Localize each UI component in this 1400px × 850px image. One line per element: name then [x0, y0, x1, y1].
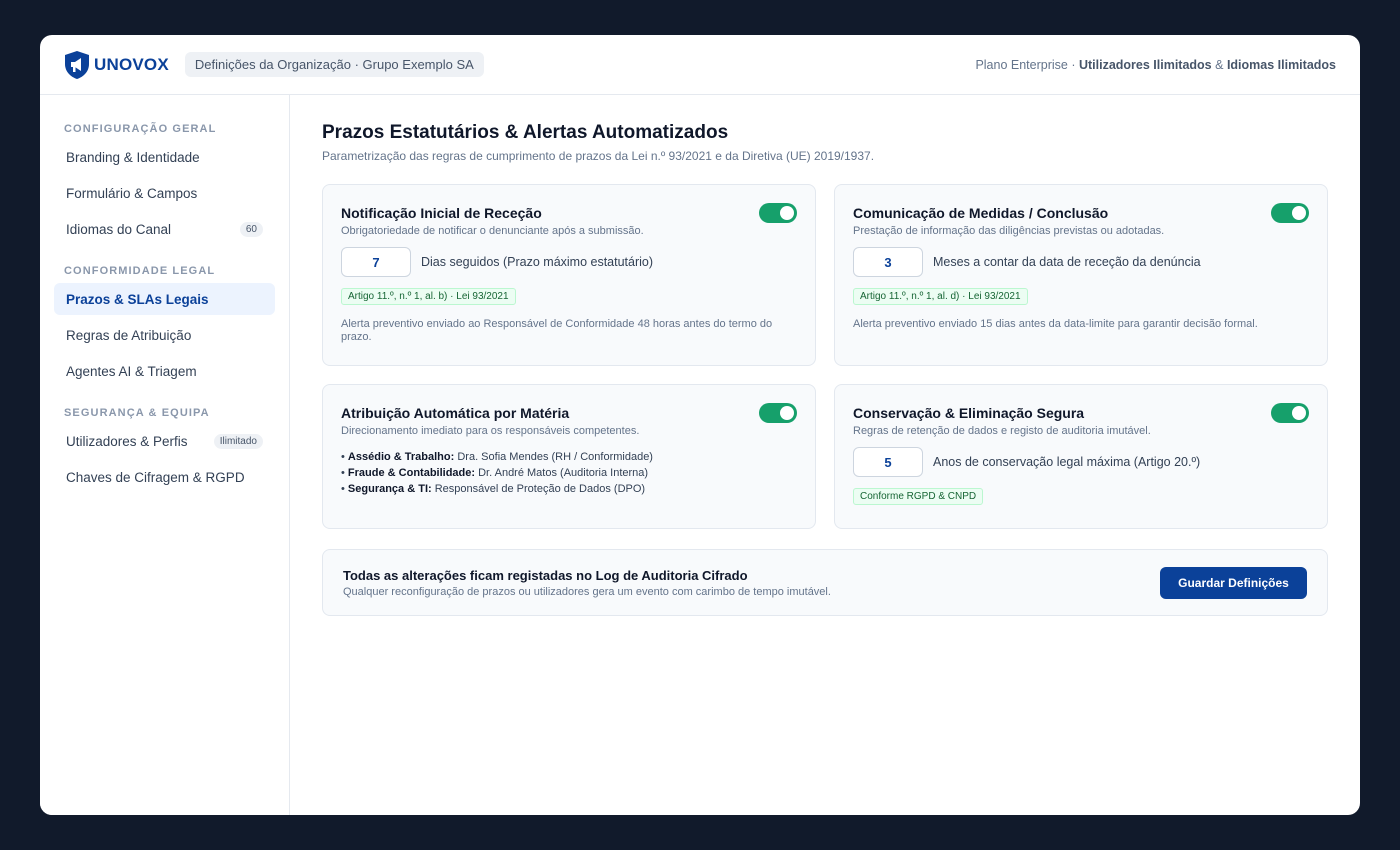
card-description: Direcionamento imediato para os responsá… [341, 425, 640, 437]
deadline-row: 3 Meses a contar da data de receção da d… [853, 247, 1309, 277]
retention-toggle[interactable] [1271, 403, 1309, 423]
reception-toggle[interactable] [759, 203, 797, 223]
languages-count-badge: 60 [239, 221, 263, 237]
card-title: Notificação Inicial de Receção [341, 205, 542, 221]
save-settings-button[interactable]: Guardar Definições [1160, 566, 1307, 599]
card-description: Prestação de informação das diligências … [853, 225, 1165, 237]
sidebar-item-label: Formulário & Campos [66, 185, 198, 201]
app-window: UNOVOX Definições da Organização · Grupo… [40, 35, 1360, 815]
plan-joiner: & [1211, 57, 1227, 72]
card-description: Regras de retenção de dados e registo de… [853, 425, 1151, 437]
sidebar-heading: CONFIGURAÇÃO GERAL [64, 123, 217, 135]
users-plan-badge: Ilimitado [213, 433, 263, 449]
list-item: • Assédio & Trabalho: Dra. Sofia Mendes … [341, 451, 653, 463]
retention-row: 5 Anos de conservação legal máxima (Arti… [853, 447, 1309, 477]
deadline-unit-label: Dias seguidos (Prazo máximo estatutário) [421, 255, 654, 269]
settings-grid: Notificação Inicial de Receção Obrigator… [322, 184, 1328, 529]
card-reception-notice: Notificação Inicial de Receção Obrigator… [322, 184, 816, 366]
plan-languages: Idiomas Ilimitados [1226, 57, 1336, 72]
conclusion-toggle[interactable] [1271, 203, 1309, 223]
list-item: • Fraude & Contabilidade: Dr. André Mato… [341, 467, 649, 479]
assignment-toggle[interactable] [759, 403, 797, 423]
audit-log-subtitle: Qualquer reconfiguração de prazos ou uti… [343, 585, 831, 598]
shield-megaphone-icon [65, 50, 89, 79]
sidebar-item-form-fields[interactable]: Formulário & Campos [54, 177, 275, 209]
settings-sidebar: CONFIGURAÇÃO GERAL Branding & Identidade… [40, 95, 290, 815]
sidebar-section-security: SEGURANÇA & EQUIPA Utilizadores & Perfis… [40, 407, 289, 493]
rule-owner: Dra. Sofia Mendes (RH / Conformidade) [457, 451, 653, 463]
reception-days-input[interactable]: 7 [341, 247, 411, 277]
main-content: Prazos Estatutários & Alertas Automatiza… [322, 95, 1328, 616]
sidebar-item-ai-agents[interactable]: Agentes AI & Triagem [54, 355, 275, 387]
sidebar-item-deadlines[interactable]: Prazos & SLAs Legais [54, 283, 275, 315]
sidebar-item-assignment-rules[interactable]: Regras de Atribuição [54, 319, 275, 351]
page-subtitle: Parametrização das regras de cumprimento… [322, 149, 875, 163]
legal-reference-badge: Artigo 11.º, n.º 1, al. d) · Lei 93/2021 [853, 288, 1028, 305]
plan-prefix: Plano Enterprise · [975, 57, 1079, 72]
list-item: • Segurança & TI: Responsável de Proteçã… [341, 483, 646, 495]
sidebar-item-label: Prazos & SLAs Legais [66, 291, 209, 307]
audit-log-text: Todas as alterações ficam registadas no … [343, 568, 831, 598]
audit-log-title: Todas as alterações ficam registadas no … [343, 567, 748, 583]
card-title: Comunicação de Medidas / Conclusão [853, 205, 1109, 221]
sidebar-heading: CONFORMIDADE LEGAL [64, 265, 216, 277]
sidebar-item-encryption-keys[interactable]: Chaves de Cifragem & RGPD [54, 461, 275, 493]
card-title: Atribuição Automática por Matéria [341, 405, 570, 421]
rule-topic: Segurança & TI: [347, 483, 432, 495]
assignment-rules-list: • Assédio & Trabalho: Dra. Sofia Mendes … [341, 451, 797, 495]
plan-info: Plano Enterprise · Utilizadores Ilimitad… [975, 58, 1336, 72]
audit-log-footer: Todas as alterações ficam registadas no … [322, 549, 1328, 616]
compliance-badge: Conforme RGPD & CNPD [853, 488, 984, 505]
deadline-row: 7 Dias seguidos (Prazo máximo estatutári… [341, 247, 797, 277]
sidebar-item-label: Utilizadores & Perfis [66, 433, 188, 449]
alert-note: Alerta preventivo enviado 15 dias antes … [853, 318, 1258, 330]
sidebar-item-label: Branding & Identidade [66, 149, 200, 165]
sidebar-item-label: Idiomas do Canal [66, 221, 172, 237]
rule-owner: Responsável de Proteção de Dados (DPO) [434, 483, 646, 495]
org-context-pill[interactable]: Definições da Organização · Grupo Exempl… [184, 52, 484, 77]
page-title: Prazos Estatutários & Alertas Automatiza… [322, 122, 729, 143]
rule-topic: Assédio & Trabalho: [347, 451, 455, 463]
sidebar-item-label: Chaves de Cifragem & RGPD [66, 469, 245, 485]
retention-unit-label: Anos de conservação legal máxima (Artigo… [933, 455, 1201, 469]
card-conclusion-notice: Comunicação de Medidas / Conclusão Prest… [834, 184, 1328, 366]
plan-users: Utilizadores Ilimitados [1078, 57, 1212, 72]
card-title: Conservação & Eliminação Segura [853, 405, 1085, 421]
conclusion-months-input[interactable]: 3 [853, 247, 923, 277]
brand-logo[interactable]: UNOVOX [64, 50, 169, 80]
rule-topic: Fraude & Contabilidade: [347, 467, 476, 479]
card-auto-assignment: Atribuição Automática por Matéria Direci… [322, 384, 816, 529]
rule-owner: Dr. André Matos (Auditoria Interna) [478, 467, 649, 479]
card-description: Obrigatoriedade de notificar o denuncian… [341, 225, 644, 237]
sidebar-item-branding[interactable]: Branding & Identidade [54, 141, 275, 173]
sidebar-section-general: CONFIGURAÇÃO GERAL Branding & Identidade… [40, 123, 289, 245]
alert-note: Alerta preventivo enviado ao Responsável… [341, 318, 773, 343]
retention-years-input[interactable]: 5 [853, 447, 923, 477]
sidebar-heading: SEGURANÇA & EQUIPA [64, 407, 210, 419]
top-bar: UNOVOX Definições da Organização · Grupo… [40, 35, 1360, 95]
sidebar-section-compliance: CONFORMIDADE LEGAL Prazos & SLAs Legais … [40, 265, 289, 387]
deadline-unit-label: Meses a contar da data de receção da den… [933, 255, 1201, 269]
sidebar-item-label: Regras de Atribuição [66, 327, 192, 343]
brand-name: UNOVOX [94, 54, 169, 74]
sidebar-item-label: Agentes AI & Triagem [66, 363, 197, 379]
legal-reference-badge: Artigo 11.º, n.º 1, al. b) · Lei 93/2021 [341, 288, 516, 305]
sidebar-item-users[interactable]: Utilizadores & Perfis Ilimitado [54, 425, 275, 457]
card-retention: Conservação & Eliminação Segura Regras d… [834, 384, 1328, 529]
sidebar-item-languages[interactable]: Idiomas do Canal 60 [54, 213, 275, 245]
